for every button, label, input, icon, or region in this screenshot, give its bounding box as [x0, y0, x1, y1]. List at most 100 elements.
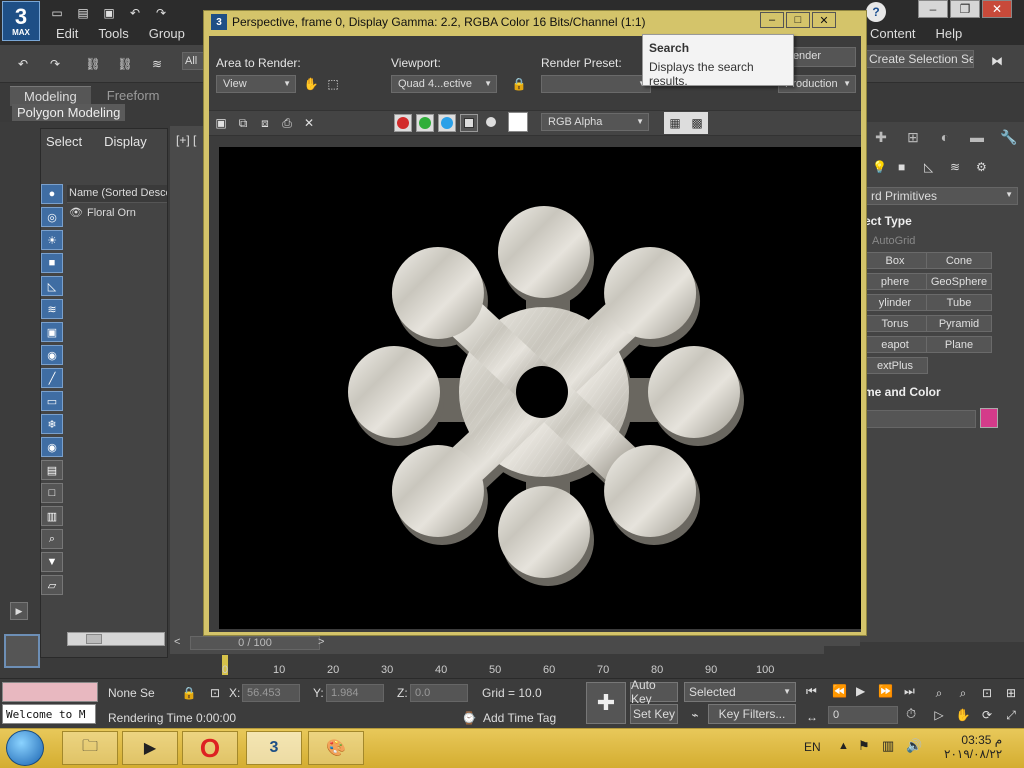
maximize-icon[interactable]: ❐ — [950, 0, 980, 18]
orbit-icon[interactable]: ⟳ — [976, 704, 998, 726]
menu-tools[interactable]: Tools — [88, 24, 138, 44]
containers-filter-icon[interactable]: ▭ — [41, 391, 63, 411]
help-icon[interactable]: ? — [866, 2, 886, 22]
viewport-dropdown[interactable]: Quad 4...ective ▼ — [391, 75, 497, 93]
layer-icon[interactable]: ▱ — [41, 575, 63, 595]
edit-region-icon[interactable]: ✋ — [300, 73, 322, 95]
name-and-color-rollout-title[interactable]: me and Color — [864, 385, 941, 399]
print-icon[interactable]: ⎙ — [276, 112, 298, 134]
clear-icon[interactable]: ✕ — [298, 112, 320, 134]
named-selection-set-dropdown[interactable]: Create Selection Se — [864, 50, 974, 68]
mirror-icon[interactable]: ⧓ — [986, 50, 1008, 72]
tab-modeling[interactable]: Modeling — [10, 86, 91, 106]
sphere-button[interactable]: phere — [862, 273, 928, 290]
explorer-taskbar-icon[interactable]: 🗀 — [62, 731, 118, 765]
expand-icon[interactable]: ▶ — [10, 602, 28, 620]
add-time-tag[interactable]: Add Time Tag — [483, 711, 556, 725]
prev-frame-icon[interactable]: < — [174, 636, 180, 648]
next-frame-icon[interactable]: ⏩ — [878, 684, 893, 698]
field-of-view-icon[interactable]: ▷ — [928, 704, 950, 726]
time-tag-icon[interactable]: ⌚ — [458, 707, 480, 729]
opera-taskbar-icon[interactable]: O — [182, 731, 238, 765]
maxscript-output[interactable]: Welcome to M — [2, 704, 96, 724]
eye-icon[interactable]: 👁 — [69, 206, 83, 219]
action-center-icon[interactable]: ⚑ — [858, 738, 870, 754]
menu-help[interactable]: Help — [926, 24, 973, 43]
language-indicator[interactable]: EN — [804, 740, 821, 754]
save-image-icon[interactable]: ▣ — [210, 112, 232, 134]
utilities-tab-icon[interactable]: 🔧 — [998, 128, 1020, 146]
zoom-icon[interactable]: ⌕ — [928, 682, 950, 704]
new-file-icon[interactable]: ▭ — [46, 2, 68, 24]
object-color-swatch[interactable] — [980, 408, 998, 428]
horizontal-scrollbar[interactable] — [67, 632, 165, 646]
menu-edit[interactable]: Edit — [46, 24, 88, 44]
z-coordinate-field[interactable]: 0.0 — [410, 684, 468, 702]
redo-icon[interactable]: ↷ — [150, 2, 172, 24]
torus-button[interactable]: Torus — [862, 315, 928, 332]
display-none-icon[interactable]: □ — [41, 483, 63, 503]
viewport-layout-icon[interactable] — [4, 634, 40, 668]
create-tab-icon[interactable]: ✚ — [870, 128, 892, 146]
open-file-icon[interactable]: ▤ — [72, 2, 94, 24]
tab-display[interactable]: Display — [104, 134, 147, 149]
display-all-icon[interactable]: ▤ — [41, 460, 63, 480]
autogrid-checkbox[interactable]: AutoGrid — [872, 235, 915, 247]
clone-window-icon[interactable]: ⧈ — [254, 112, 276, 134]
teapot-button[interactable]: eapot — [862, 336, 928, 353]
key-mode-dropdown[interactable]: Selected ▼ — [684, 682, 796, 702]
lights-filter-icon[interactable]: ☀ — [41, 230, 63, 250]
copy-image-icon[interactable]: ⧉ — [232, 112, 254, 134]
time-config-icon[interactable]: ⏱ — [906, 706, 916, 722]
close-icon[interactable]: ✕ — [982, 0, 1012, 18]
tab-freeform[interactable]: Freeform — [93, 86, 174, 106]
groups-filter-icon[interactable]: ▣ — [41, 322, 63, 342]
lights-icon[interactable]: 💡 — [872, 160, 890, 176]
volume-icon[interactable]: 🔊 — [906, 738, 922, 754]
shapes-filter-icon[interactable]: ◎ — [41, 207, 63, 227]
plane-button[interactable]: Plane — [926, 336, 992, 353]
start-button[interactable] — [6, 730, 44, 766]
previous-frame-icon[interactable]: ⏪ — [832, 684, 847, 698]
undo-icon[interactable]: ↶ — [124, 2, 146, 24]
key-mode-toggle-icon[interactable]: ↔ — [806, 710, 818, 724]
current-frame-field[interactable]: 0 — [828, 706, 898, 724]
bones-filter-icon[interactable]: ╱ — [41, 368, 63, 388]
name-column-header[interactable]: Name (Sorted Desce — [67, 185, 167, 203]
pyramid-button[interactable]: Pyramid — [926, 315, 992, 332]
filter-icon[interactable]: ▼ — [41, 552, 63, 572]
time-slider[interactable]: 0 / 100 — [190, 636, 320, 650]
zoom-extents-icon[interactable]: ⊡ — [976, 682, 998, 704]
undo-toolbar-icon[interactable]: ↶ — [12, 53, 34, 75]
link-icon[interactable]: ⛓ — [82, 53, 104, 75]
maximize-icon[interactable]: □ — [786, 12, 810, 28]
auto-region-icon[interactable]: ⬚ — [322, 73, 344, 95]
red-channel-button[interactable] — [394, 114, 412, 132]
list-item[interactable]: 👁 Floral Orn — [67, 205, 167, 221]
object-type-rollout-title[interactable]: ect Type — [864, 214, 912, 228]
key-filters-button[interactable]: Key Filters... — [708, 704, 796, 724]
menu-group[interactable]: Group — [139, 24, 195, 44]
toggle-ui-icon[interactable]: ▩ — [686, 112, 708, 134]
cylinder-button[interactable]: ylinder — [862, 294, 928, 311]
motion-tab-icon[interactable]: ◐ — [934, 128, 956, 146]
geosphere-button[interactable]: GeoSphere — [926, 273, 992, 290]
lock-icon[interactable]: 🔒 — [508, 73, 530, 95]
network-icon[interactable]: ▥ — [882, 738, 894, 754]
selection-filter-dropdown[interactable]: All — [182, 52, 204, 70]
show-hidden-icons-icon[interactable]: ▲ — [838, 740, 849, 752]
x-coordinate-field[interactable]: 56.453 — [242, 684, 300, 702]
maxscript-mini-listener[interactable] — [2, 682, 98, 702]
spacewarps-filter-icon[interactable]: ≋ — [41, 299, 63, 319]
box-button[interactable]: Box — [862, 252, 928, 269]
maximize-viewport-icon[interactable]: ⤢ — [1000, 704, 1022, 726]
clock[interactable]: 03:35 م ۲۰۱۹/۰۸/۲۲ — [944, 733, 1002, 761]
app-menu-button[interactable]: 3 MAX — [2, 1, 40, 41]
blue-channel-button[interactable] — [438, 114, 456, 132]
tab-select[interactable]: Select — [46, 134, 82, 149]
menu-content[interactable]: Content — [860, 24, 926, 43]
primitive-category-dropdown[interactable]: rd Primitives ▼ — [866, 187, 1018, 205]
helpers-filter-icon[interactable]: ◺ — [41, 276, 63, 296]
zoom-all-icon[interactable]: ⌕ — [952, 682, 974, 704]
cameras-filter-icon[interactable]: ■ — [41, 253, 63, 273]
